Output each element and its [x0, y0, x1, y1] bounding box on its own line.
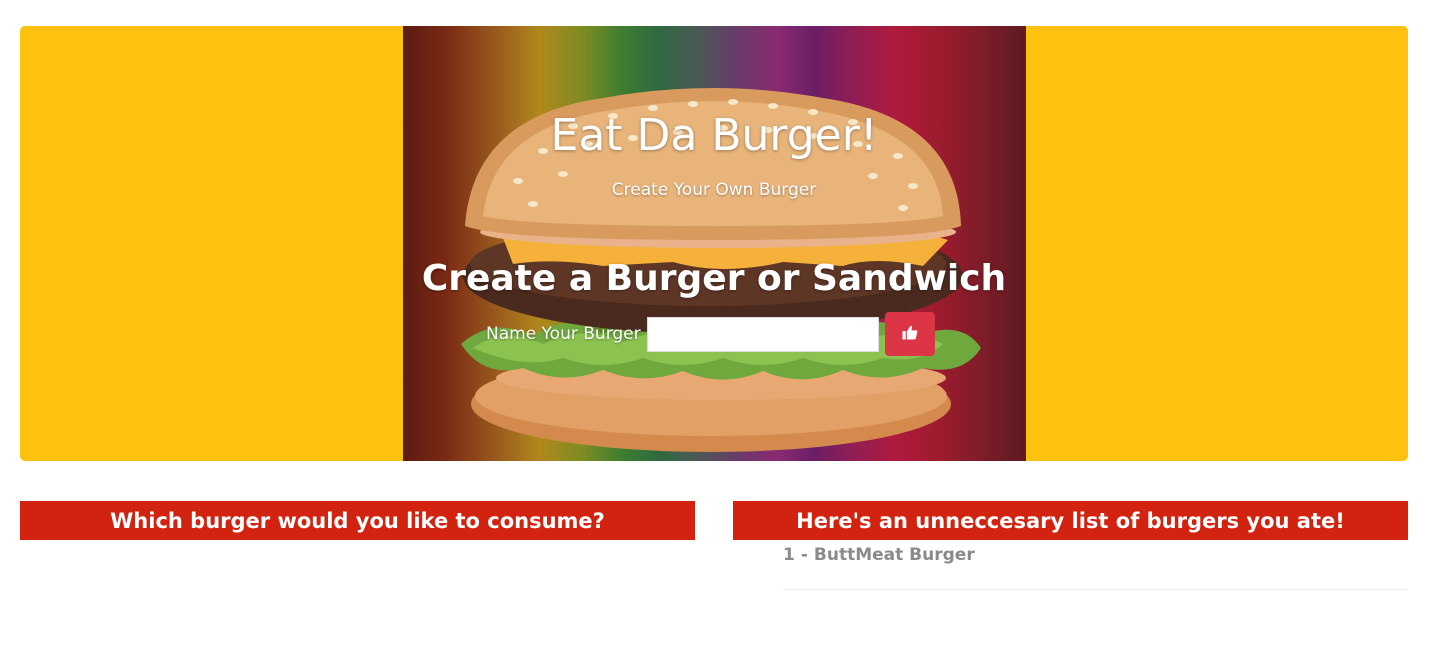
separator: -	[800, 545, 808, 565]
form-heading: Create a Burger or Sandwich	[421, 258, 1007, 299]
burger-id: 1	[783, 545, 795, 565]
page-subtitle: Create Your Own Burger	[611, 180, 817, 200]
burger-name-label: Name Your Burger	[486, 324, 641, 344]
list-item: 1 - ButtMeat Burger	[783, 542, 1408, 590]
submit-burger-button[interactable]	[884, 312, 935, 356]
burger-name-input[interactable]	[646, 316, 879, 352]
thumbs-up-icon	[902, 325, 918, 343]
jumbotron: Eat Da Burger! Create Your Own Burger Cr…	[20, 26, 1408, 461]
eaten-burgers-header: Here's an unneccesary list of burgers yo…	[733, 501, 1408, 540]
eaten-burgers-list: 1 - ButtMeat Burger	[783, 542, 1408, 590]
uneaten-burgers-header: Which burger would you like to consume?	[20, 501, 695, 540]
create-burger-form: Name Your Burger	[486, 312, 935, 356]
page-title: Eat Da Burger!	[550, 110, 878, 161]
burger-name: ButtMeat Burger	[813, 545, 975, 565]
